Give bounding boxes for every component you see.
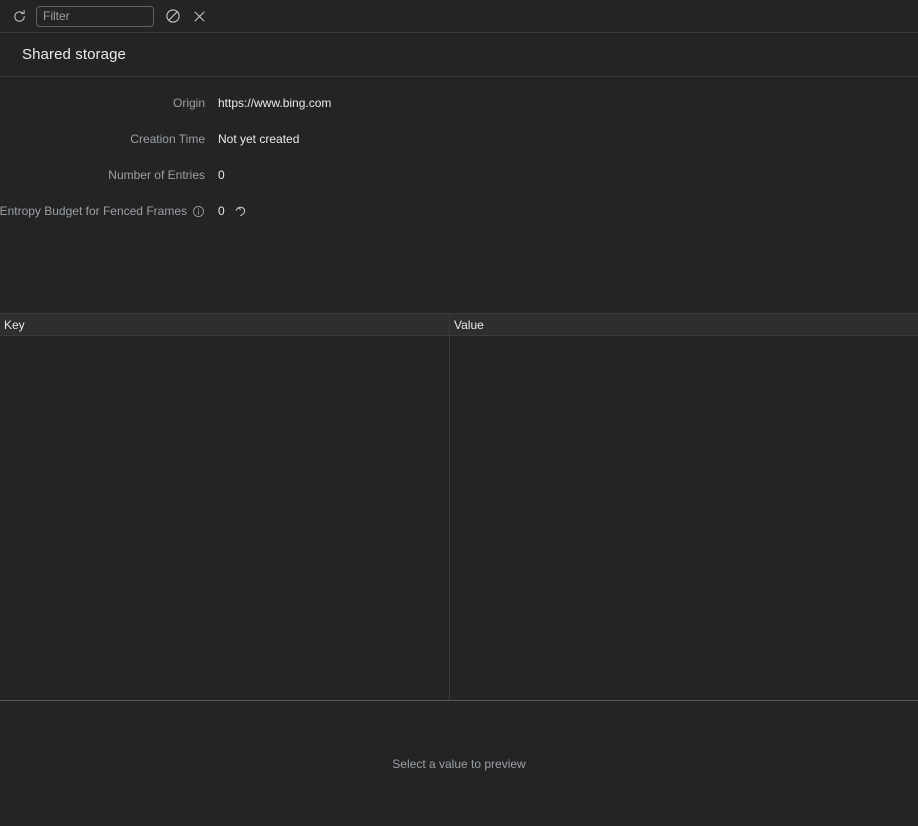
close-icon: [192, 9, 207, 24]
metadata-value: 0: [218, 203, 250, 219]
metadata-row-creation-time: Creation Time Not yet created: [0, 121, 918, 157]
entries-table: Key Value: [0, 314, 918, 700]
preview-empty-message: Select a value to preview: [392, 756, 526, 771]
metadata-value: 0: [218, 168, 225, 182]
origin-value: https://www.bing.com: [218, 96, 332, 110]
delete-selected-button[interactable]: [186, 3, 212, 29]
preview-pane: Select a value to preview: [0, 701, 918, 826]
clear-entries-button[interactable]: [160, 3, 186, 29]
number-of-entries-value: 0: [218, 168, 225, 182]
entropy-budget-label: Entropy Budget for Fenced Frames: [0, 204, 187, 218]
table-body[interactable]: [0, 336, 918, 700]
column-header-value[interactable]: Value: [450, 314, 918, 335]
reset-budget-icon[interactable]: [234, 203, 250, 219]
metadata-label: Number of Entries: [108, 168, 205, 182]
creation-time-value: Not yet created: [218, 132, 300, 146]
metadata-row-number-of-entries: Number of Entries 0: [0, 157, 918, 193]
entropy-budget-value: 0: [218, 204, 225, 218]
metadata-section: Origin https://www.bing.com Creation Tim…: [0, 77, 918, 229]
table-column-value-body: [450, 336, 918, 700]
metadata-row-origin: Origin https://www.bing.com: [0, 85, 918, 121]
metadata-label: Origin: [172, 96, 205, 110]
ban-circle-icon: [165, 8, 181, 24]
metadata-label: Entropy Budget for Fenced Frames: [0, 204, 205, 218]
filter-field-wrapper: [36, 5, 154, 27]
metadata-spacer: [0, 229, 918, 314]
refresh-button[interactable]: [6, 3, 32, 29]
shared-storage-panel: Shared storage Origin https://www.bing.c…: [0, 0, 918, 826]
metadata-row-entropy-budget: Entropy Budget for Fenced Frames 0: [0, 193, 918, 229]
table-header-row: Key Value: [0, 314, 918, 336]
table-column-key-body: [0, 336, 450, 700]
panel-title-bar: Shared storage: [0, 33, 918, 77]
metadata-value: Not yet created: [218, 132, 299, 146]
column-header-key[interactable]: Key: [0, 314, 450, 335]
page-title: Shared storage: [22, 46, 126, 63]
refresh-icon: [12, 9, 27, 24]
info-icon[interactable]: [192, 205, 205, 218]
column-header-key-label: Key: [4, 317, 25, 332]
filter-input[interactable]: [36, 5, 154, 27]
metadata-label: Creation Time: [130, 132, 205, 146]
column-header-value-label: Value: [454, 317, 484, 332]
toolbar: [0, 0, 918, 33]
metadata-value: https://www.bing.com: [218, 96, 331, 110]
